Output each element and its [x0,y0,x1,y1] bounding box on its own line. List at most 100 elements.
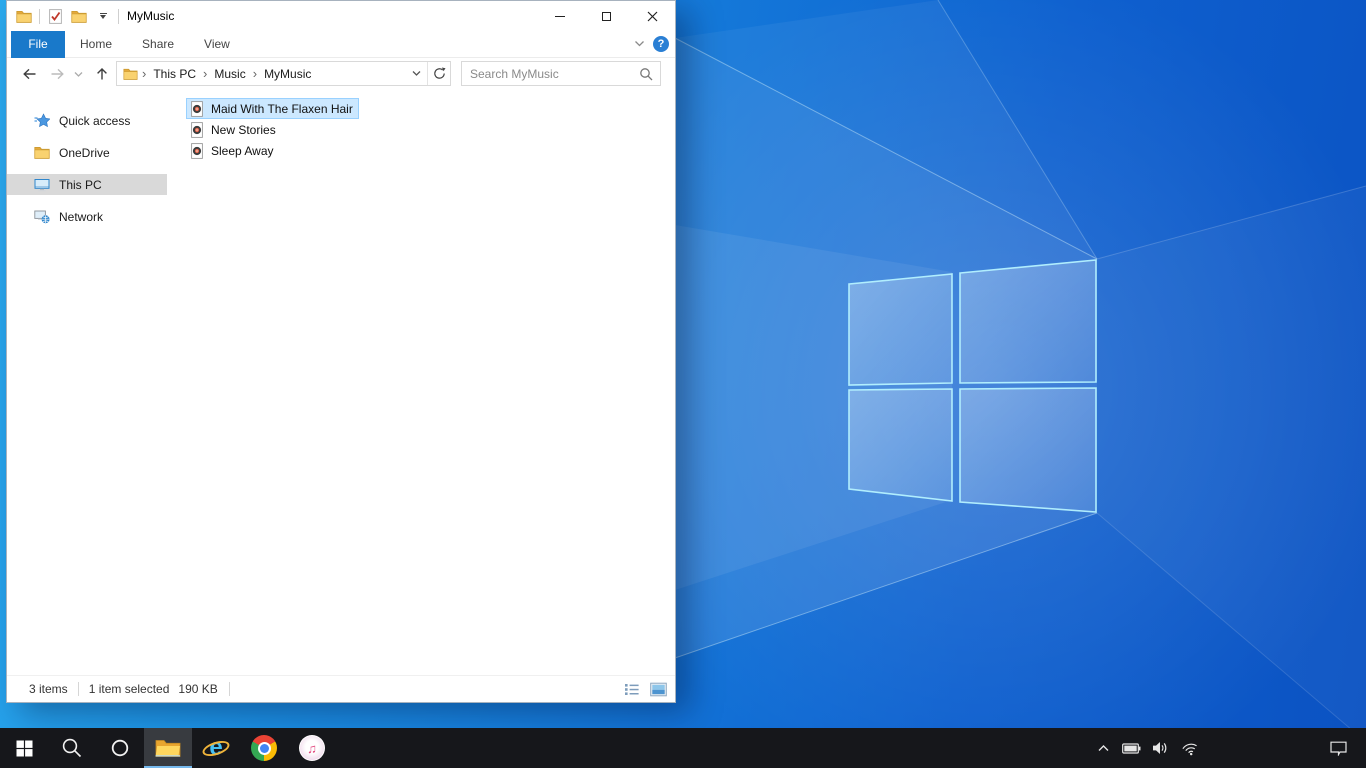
customize-qat-dropdown-icon[interactable] [94,6,112,26]
action-center-button[interactable] [1318,728,1358,768]
qat-separator [118,8,119,24]
help-button[interactable]: ? [653,36,669,52]
breadcrumb-this-pc[interactable]: This PC [150,67,199,81]
start-button[interactable] [0,728,48,768]
sidebar-item-network[interactable]: Network [7,206,167,227]
minimize-icon [555,15,565,17]
breadcrumb-separator: › [252,66,258,81]
chevron-up-icon [1098,745,1108,751]
file-row[interactable]: Maid With The Flaxen Hair [186,98,359,119]
recent-locations-button[interactable] [71,64,85,84]
details-view-button[interactable] [623,680,641,698]
breadcrumb-separator: › [203,66,208,81]
chrome-button[interactable] [240,728,288,768]
selection-count: 1 item selected [88,682,170,696]
forward-arrow-icon [51,68,64,80]
file-row[interactable]: Sleep Away [186,140,280,161]
refresh-button[interactable] [428,62,450,85]
navigation-pane: Quick access OneDrive This PC Network [7,89,167,675]
file-row[interactable]: New Stories [186,119,282,140]
cortana-button[interactable] [96,728,144,768]
address-dropdown-button[interactable] [405,62,427,85]
large-icons-view-icon [649,682,667,696]
search-input[interactable] [462,66,639,81]
breadcrumb-separator: › [142,66,147,81]
sidebar-item-label: OneDrive [59,145,110,160]
internet-explorer-button[interactable]: e [192,728,240,768]
status-bar: 3 items 1 item selected 190 KB [7,675,675,702]
large-icons-view-button[interactable] [649,680,667,698]
show-hidden-icons-button[interactable] [1090,728,1116,768]
qat-separator [39,8,40,24]
internet-explorer-icon: e [200,734,232,762]
audio-file-icon [191,121,203,138]
ribbon-tab-row: File Home Share View ? [7,30,675,58]
sidebar-item-quick-access[interactable]: Quick access [7,110,167,131]
window-folder-icon [15,6,33,26]
chrome-icon [251,735,277,761]
taskbar-search-button[interactable] [48,728,96,768]
taskbar-file-explorer-button[interactable] [144,728,192,768]
refresh-icon [433,67,445,79]
up-arrow-icon [97,68,107,80]
audio-file-icon [191,142,203,159]
chevron-down-icon [74,71,82,77]
sidebar-item-label: This PC [59,177,102,192]
title-bar[interactable]: MyMusic [7,1,675,31]
status-divider [77,682,79,696]
new-folder-qat-icon[interactable] [70,6,88,26]
window-title: MyMusic [127,9,175,23]
up-button[interactable] [92,64,112,84]
maximize-icon [601,11,611,21]
window-body: Quick access OneDrive This PC Network Ma… [7,89,675,675]
speaker-icon [1152,742,1166,754]
back-button[interactable] [19,64,39,84]
close-icon [647,11,657,21]
windows-start-icon [16,740,32,756]
wifi-tray-button[interactable] [1174,728,1206,768]
details-view-icon [625,683,639,695]
file-name: Sleep Away [211,143,274,158]
navigation-bar: › This PC › Music › MyMusic [7,58,675,89]
cortana-circle-icon [111,739,129,757]
sidebar-item-label: Network [59,209,104,224]
sidebar-item-onedrive[interactable]: OneDrive [7,142,167,163]
file-explorer-icon [155,739,181,757]
forward-button[interactable] [47,64,67,84]
maximize-button[interactable] [583,1,629,31]
minimize-button[interactable] [537,1,583,31]
selection-size: 190 KB [178,682,218,696]
network-computer-icon [34,210,50,223]
tab-share[interactable]: Share [127,31,189,58]
battery-tray-button[interactable] [1116,728,1146,768]
search-box [461,61,661,86]
address-bar[interactable]: › This PC › Music › MyMusic [116,61,451,86]
file-list: Maid With The Flaxen Hair New Stories Sl… [167,89,675,675]
taskbar: e ♫ [0,728,1366,768]
back-arrow-icon [22,68,35,80]
expand-ribbon-chevron-icon[interactable] [634,40,645,48]
volume-tray-button[interactable] [1146,728,1174,768]
quick-access-star-icon [34,113,50,128]
quick-access-toolbar [15,6,119,26]
action-center-icon [1329,741,1347,756]
onedrive-folder-icon [34,147,50,159]
breadcrumb-mymusic[interactable]: MyMusic [261,67,314,81]
desktop: MyMusic File Home Share View ? › This PC… [0,0,1366,768]
itunes-button[interactable]: ♫ [288,728,336,768]
wifi-icon [1182,743,1197,755]
sidebar-item-this-pc[interactable]: This PC [7,174,167,195]
audio-file-icon [191,100,203,117]
close-button[interactable] [629,1,675,31]
breadcrumb-music[interactable]: Music [211,67,248,81]
properties-qat-icon[interactable] [46,6,64,26]
file-name: Maid With The Flaxen Hair [211,101,353,116]
address-folder-icon [123,68,138,80]
tab-home[interactable]: Home [65,31,127,58]
tab-view[interactable]: View [189,31,245,58]
tab-file[interactable]: File [11,30,65,58]
system-tray [1090,728,1366,768]
search-icon[interactable] [639,67,653,81]
this-pc-monitor-icon [34,178,50,191]
item-count: 3 items [29,682,68,696]
